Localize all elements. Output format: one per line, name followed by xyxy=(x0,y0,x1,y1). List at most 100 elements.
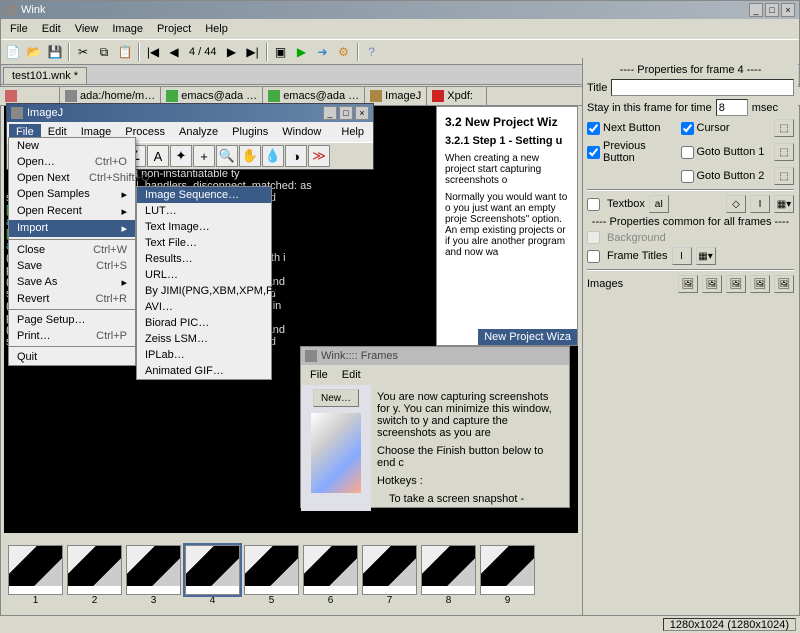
zoom-tool[interactable]: 🔍 xyxy=(216,145,238,167)
doc-tab[interactable]: test101.wnk * xyxy=(3,67,87,84)
new-button[interactable]: 📄 xyxy=(3,42,23,62)
textbox-btn2[interactable]: ◇ xyxy=(726,195,746,213)
prev-button-checkbox[interactable] xyxy=(587,146,600,159)
close-button[interactable]: × xyxy=(781,3,795,17)
dropper-tool[interactable]: 💧 xyxy=(262,145,284,167)
nav-last-button[interactable]: ▶| xyxy=(243,42,263,62)
filmstrip[interactable]: 123456789 xyxy=(4,536,578,614)
menu-file[interactable]: File xyxy=(3,21,35,37)
images-btn4[interactable]: 🖼 xyxy=(750,275,770,293)
thumbnail-3[interactable] xyxy=(126,545,181,595)
menu-item[interactable]: Import xyxy=(9,220,135,237)
menu-item[interactable]: AVI… xyxy=(137,299,271,315)
imagej-menu-help[interactable]: Help xyxy=(334,124,371,140)
title-input[interactable] xyxy=(611,79,794,96)
taskbar-item-4[interactable]: ImageJ xyxy=(365,87,427,105)
menu-help[interactable]: Help xyxy=(198,21,235,37)
menu-item[interactable]: Print…Ctrl+P xyxy=(9,328,135,344)
color-tool[interactable]: ◑ xyxy=(285,145,307,167)
frames-titlebar[interactable]: Wink:::: Frames xyxy=(301,347,569,365)
menu-item[interactable]: New xyxy=(9,138,135,154)
export-button[interactable]: ➜ xyxy=(313,42,333,62)
render-button[interactable]: ▣ xyxy=(271,42,291,62)
frames-menu-file[interactable]: File xyxy=(303,367,335,383)
frametitles-btn2[interactable]: ▦▾ xyxy=(696,247,716,265)
menu-item[interactable]: Open Recent xyxy=(9,203,135,220)
nav-prev-button[interactable]: ◀ xyxy=(164,42,184,62)
menu-edit[interactable]: Edit xyxy=(35,21,68,37)
images-btn1[interactable]: 🖼 xyxy=(678,275,698,293)
help-button[interactable]: ? xyxy=(362,42,382,62)
images-btn5[interactable]: 🖼 xyxy=(774,275,794,293)
menu-item[interactable]: Image Sequence… xyxy=(137,187,271,203)
menu-item[interactable]: Open Samples xyxy=(9,186,135,203)
menu-item[interactable]: Save As xyxy=(9,274,135,291)
nav-next-button[interactable]: ▶ xyxy=(222,42,242,62)
images-btn2[interactable]: 🖼 xyxy=(702,275,722,293)
thumbnail-8[interactable] xyxy=(421,545,476,595)
images-btn3[interactable]: 🖼 xyxy=(726,275,746,293)
goto2-edit-button[interactable]: ⬚ xyxy=(774,167,794,185)
textbox-checkbox[interactable] xyxy=(587,198,600,211)
frames-new-button[interactable]: New… xyxy=(313,389,359,407)
imagej-close[interactable]: × xyxy=(355,106,369,120)
menu-view[interactable]: View xyxy=(68,21,106,37)
thumbnail-4[interactable] xyxy=(185,545,240,595)
menu-item[interactable]: RevertCtrl+R xyxy=(9,291,135,307)
imagej-menu-plugins[interactable]: Plugins xyxy=(225,124,275,140)
menu-item[interactable]: LUT… xyxy=(137,203,271,219)
cut-button[interactable]: ✂ xyxy=(73,42,93,62)
thumbnail-7[interactable] xyxy=(362,545,417,595)
cursor-checkbox[interactable] xyxy=(681,122,694,135)
frame-titles-checkbox[interactable] xyxy=(587,250,600,263)
paste-button[interactable]: 📋 xyxy=(115,42,135,62)
goto1-checkbox[interactable] xyxy=(681,146,694,159)
menu-item[interactable]: Results… xyxy=(137,251,271,267)
menu-item[interactable]: Biorad PIC… xyxy=(137,315,271,331)
thumbnail-9[interactable] xyxy=(480,545,535,595)
menu-item[interactable]: Animated GIF… xyxy=(137,363,271,379)
thumbnail-5[interactable] xyxy=(244,545,299,595)
imagej-minimize[interactable]: _ xyxy=(323,106,337,120)
cursor-edit-button[interactable]: ⬚ xyxy=(774,119,794,137)
point-tool[interactable]: + xyxy=(193,145,215,167)
goto2-checkbox[interactable] xyxy=(681,170,694,183)
textbox-btn4[interactable]: ▦▾ xyxy=(774,195,794,213)
menu-item[interactable]: CloseCtrl+W xyxy=(9,242,135,258)
menu-item[interactable]: Open NextCtrl+Shift+O xyxy=(9,170,135,186)
wizard-button[interactable]: New Project Wiza xyxy=(478,329,577,345)
menu-item[interactable]: Text File… xyxy=(137,235,271,251)
imagej-maximize[interactable]: □ xyxy=(339,106,353,120)
maximize-button[interactable]: □ xyxy=(765,3,779,17)
imagej-menu-analyze[interactable]: Analyze xyxy=(172,124,225,140)
settings-button[interactable]: ⚙ xyxy=(334,42,354,62)
imagej-menu-window[interactable]: Window xyxy=(275,124,328,140)
thumbnail-1[interactable] xyxy=(8,545,63,595)
imagej-titlebar[interactable]: ImageJ _ □ × xyxy=(7,104,373,122)
menu-item[interactable]: SaveCtrl+S xyxy=(9,258,135,274)
open-button[interactable]: 📂 xyxy=(24,42,44,62)
thumbnail-2[interactable] xyxy=(67,545,122,595)
menu-project[interactable]: Project xyxy=(150,21,198,37)
menu-image[interactable]: Image xyxy=(105,21,150,37)
more-tool[interactable]: ≫ xyxy=(308,145,330,167)
save-button[interactable]: 💾 xyxy=(45,42,65,62)
textbox-btn1[interactable]: aI xyxy=(649,195,669,213)
taskbar-item-5[interactable]: Xpdf: xyxy=(427,87,487,105)
menu-item[interactable]: Zeiss LSM… xyxy=(137,331,271,347)
menu-item[interactable]: URL… xyxy=(137,267,271,283)
frametitles-btn1[interactable]: I xyxy=(672,247,692,265)
goto1-edit-button[interactable]: ⬚ xyxy=(774,143,794,161)
menu-item[interactable]: IPLab… xyxy=(137,347,271,363)
textbox-btn3[interactable]: I xyxy=(750,195,770,213)
text-tool[interactable]: A xyxy=(147,145,169,167)
menu-item[interactable]: Quit xyxy=(9,349,135,365)
menu-item[interactable]: By JIMI(PNG,XBM,XPM,PCX,PSD)… xyxy=(137,283,271,299)
frames-menu-edit[interactable]: Edit xyxy=(335,367,368,383)
nav-first-button[interactable]: |◀ xyxy=(143,42,163,62)
next-button-checkbox[interactable] xyxy=(587,122,600,135)
menu-item[interactable]: Text Image… xyxy=(137,219,271,235)
menu-item[interactable]: Open…Ctrl+O xyxy=(9,154,135,170)
menu-item[interactable]: Page Setup… xyxy=(9,312,135,328)
minimize-button[interactable]: _ xyxy=(749,3,763,17)
